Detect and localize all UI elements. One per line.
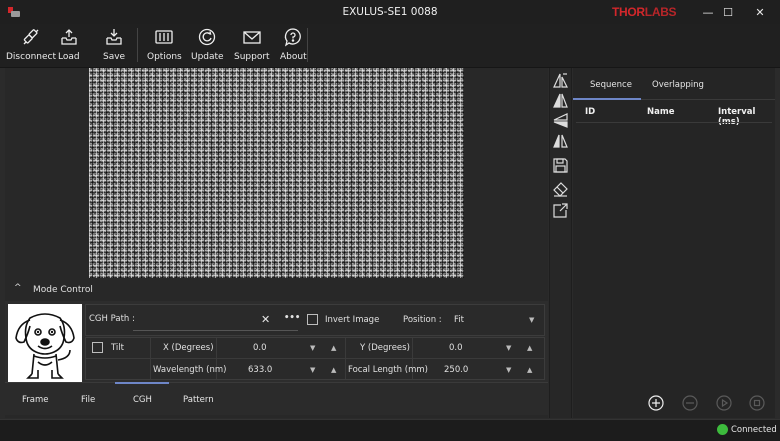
- load-label: Load: [58, 52, 80, 62]
- tab-cgh[interactable]: CGH: [133, 395, 152, 405]
- active-tab-indicator: [115, 382, 169, 384]
- cgh-path-label: CGH Path :: [89, 314, 135, 324]
- active-sequence-tab-indicator: [573, 98, 641, 100]
- play-sequence-icon[interactable]: [716, 395, 732, 411]
- tray-upload-icon: [61, 29, 77, 45]
- focal-length-input[interactable]: 250.0: [444, 365, 468, 375]
- tilt-label: Tilt: [111, 343, 124, 353]
- flip-horizontal-icon[interactable]: [552, 72, 569, 89]
- position-select[interactable]: Fit: [454, 315, 464, 325]
- connection-status-text: Connected: [731, 425, 777, 435]
- save-label: Save: [103, 52, 126, 62]
- mode-control-title: Mode Control: [33, 285, 93, 295]
- eraser-icon[interactable]: [552, 181, 569, 198]
- app-icon: [8, 7, 20, 17]
- clear-path-button[interactable]: ✕: [261, 313, 270, 326]
- disconnect-label: Disconnect: [6, 52, 56, 62]
- envelope-icon: [243, 31, 261, 44]
- save-button[interactable]: Save: [103, 26, 125, 66]
- about-label: About: [280, 52, 307, 62]
- column-header-id[interactable]: ID: [585, 107, 595, 117]
- wavelength-label: Wavelength (nm): [153, 365, 227, 375]
- rotate-icon[interactable]: [552, 112, 569, 129]
- options-button[interactable]: Options: [147, 26, 182, 66]
- position-dropdown-arrow-icon[interactable]: ▼: [529, 316, 534, 324]
- update-label: Update: [191, 52, 224, 62]
- x-degrees-input[interactable]: 0.0: [253, 343, 267, 353]
- tab-frame[interactable]: Frame: [22, 395, 48, 405]
- brand-thor: THOR: [612, 5, 645, 19]
- invert-image-checkbox[interactable]: [307, 314, 318, 325]
- wavelength-decrement-icon[interactable]: ▼: [310, 366, 315, 374]
- cgh-source-thumbnail: [8, 304, 82, 382]
- disconnect-button[interactable]: Disconnect: [6, 26, 56, 66]
- column-header-interval[interactable]: Interval (ms): [718, 107, 780, 127]
- grid-divider: [345, 338, 346, 379]
- toolbar: Disconnect Load Save Options Update Supp…: [0, 24, 780, 68]
- browse-button[interactable]: •••: [284, 313, 300, 323]
- close-button[interactable]: ✕: [744, 0, 776, 24]
- support-label: Support: [234, 52, 270, 62]
- collapse-chevron-icon[interactable]: ^: [14, 283, 22, 293]
- y-degrees-input[interactable]: 0.0: [449, 343, 463, 353]
- options-icon: [155, 30, 174, 44]
- open-external-icon[interactable]: [552, 202, 569, 219]
- help-bubble-icon: [285, 28, 302, 47]
- tray-download-icon: [106, 29, 122, 45]
- plug-icon: [23, 29, 39, 45]
- y-degrees-label: Y (Degrees): [360, 343, 410, 353]
- maximize-button[interactable]: ☐: [712, 0, 744, 24]
- cgh-preview-image: [89, 68, 464, 278]
- stop-sequence-icon[interactable]: [749, 395, 765, 411]
- load-button[interactable]: Load: [58, 26, 80, 66]
- cgh-path-underline: [133, 330, 298, 331]
- grid-divider: [150, 338, 151, 379]
- title-bar: EXULUS-SE1 0088 THORLABS — ☐ ✕: [0, 0, 780, 24]
- x-decrement-icon[interactable]: ▼: [310, 344, 315, 352]
- status-bar: [0, 419, 780, 441]
- wavelength-increment-icon[interactable]: ▲: [331, 366, 336, 374]
- tab-overlapping[interactable]: Overlapping: [652, 80, 704, 90]
- tab-pattern[interactable]: Pattern: [183, 395, 214, 405]
- focal-length-decrement-icon[interactable]: ▼: [506, 366, 511, 374]
- tab-file[interactable]: File: [81, 395, 95, 405]
- add-sequence-icon[interactable]: [648, 395, 664, 411]
- options-label: Options: [147, 52, 182, 62]
- x-increment-icon[interactable]: ▲: [331, 344, 336, 352]
- focal-length-increment-icon[interactable]: ▲: [527, 366, 532, 374]
- y-decrement-icon[interactable]: ▼: [506, 344, 511, 352]
- toolbar-divider: [137, 28, 138, 62]
- mode-control-header[interactable]: ^ Mode Control: [5, 283, 548, 297]
- grid-divider: [86, 358, 544, 359]
- about-button[interactable]: About: [280, 26, 307, 66]
- update-button[interactable]: Update: [191, 26, 224, 66]
- wavelength-input[interactable]: 633.0: [248, 365, 272, 375]
- refresh-icon: [199, 28, 216, 46]
- connection-status-indicator: [717, 424, 728, 435]
- thorlabs-logo: THORLABS: [612, 5, 677, 19]
- focal-length-label: Focal Length (mm): [348, 365, 428, 375]
- remove-sequence-icon[interactable]: [682, 395, 698, 411]
- support-button[interactable]: Support: [234, 26, 270, 66]
- invert-image-label: Invert Image: [325, 315, 380, 325]
- save-image-icon[interactable]: [552, 157, 569, 174]
- tab-sequence[interactable]: Sequence: [590, 80, 632, 90]
- position-label: Position :: [403, 315, 442, 325]
- flip-vertical-icon[interactable]: [552, 92, 569, 109]
- brand-labs: LABS: [644, 5, 677, 19]
- tilt-checkbox[interactable]: [92, 342, 103, 353]
- column-header-name[interactable]: Name: [647, 107, 674, 117]
- y-increment-icon[interactable]: ▲: [527, 344, 532, 352]
- toolbar-divider: [307, 28, 308, 62]
- table-header-divider: [576, 122, 772, 123]
- x-degrees-label: X (Degrees): [163, 343, 214, 353]
- mirror-icon[interactable]: [552, 132, 569, 149]
